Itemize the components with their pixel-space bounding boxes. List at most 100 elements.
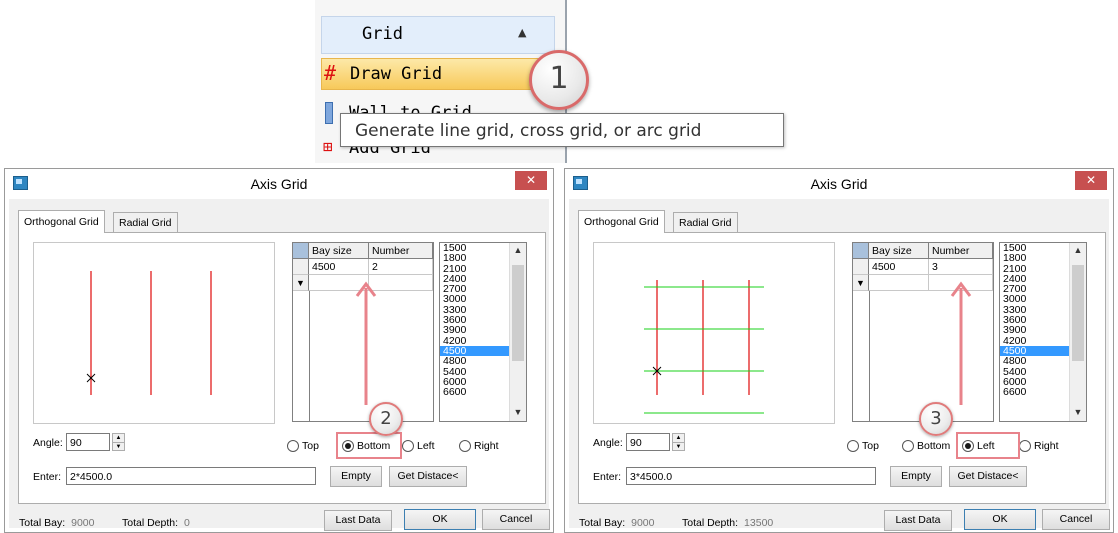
tab-radial-grid[interactable]: Radial Grid — [113, 212, 178, 233]
tab-radial-grid[interactable]: Radial Grid — [673, 212, 738, 233]
column-header-bay-size: Bay size — [869, 243, 929, 259]
radio-bottom-dot[interactable] — [902, 440, 914, 453]
column-divider — [869, 291, 870, 421]
total-depth-label: Total Depth: — [122, 517, 179, 529]
total-depth-value: 13500 — [744, 517, 774, 529]
total-bay: Total Bay: 9000 — [579, 517, 654, 529]
axis-grid-dialog-1: Axis Grid ✕ Orthogonal Grid Radial Grid … — [4, 168, 554, 533]
radio-top-dot[interactable] — [287, 440, 299, 453]
table-cell[interactable]: 4500 — [309, 259, 369, 275]
tab-orthogonal-grid[interactable]: Orthogonal Grid — [578, 210, 665, 233]
table-cell[interactable]: 4500 — [869, 259, 929, 275]
get-distance-button[interactable]: Get Distace< — [949, 466, 1027, 487]
enter-label: Enter: — [33, 471, 62, 483]
radio-left[interactable]: Left — [402, 438, 435, 454]
angle-input[interactable]: 90 — [66, 433, 110, 451]
grid-menu-title: Grid — [362, 24, 403, 44]
angle-stepper[interactable]: ▲ ▼ — [112, 433, 125, 451]
table-cell[interactable] — [869, 275, 929, 291]
radio-top[interactable]: Top — [847, 438, 879, 454]
total-bay-label: Total Bay: — [579, 517, 626, 529]
step-callout-3: 3 — [919, 402, 953, 436]
total-bay-label: Total Bay: — [19, 517, 66, 529]
scrollbar[interactable]: ▲ ▼ — [1069, 243, 1086, 421]
radio-right[interactable]: Right — [1019, 438, 1059, 454]
grid-preview — [33, 242, 275, 424]
grid-preview — [593, 242, 835, 424]
wall-grid-icon — [325, 102, 333, 124]
bay-size-table[interactable]: Bay size Number 4500 3 ▼ — [852, 242, 994, 422]
title-bar[interactable]: Axis Grid ✕ — [565, 169, 1113, 197]
column-header-number: Number — [369, 243, 433, 259]
new-row-dropdown-icon[interactable]: ▼ — [853, 275, 869, 291]
tooltip: Generate line grid, cross grid, or arc g… — [340, 113, 784, 147]
scroll-down-icon[interactable]: ▼ — [510, 407, 526, 417]
last-data-button[interactable]: Last Data — [324, 510, 392, 531]
radio-bottom[interactable]: Bottom — [902, 438, 950, 454]
column-header-number: Number — [929, 243, 993, 259]
title-bar[interactable]: Axis Grid ✕ — [5, 169, 553, 197]
angle-label: Angle: — [33, 437, 63, 449]
ok-button[interactable]: OK — [964, 509, 1036, 530]
radio-label: Bottom — [917, 440, 951, 452]
menu-item-draw-grid[interactable]: # Draw Grid — [321, 58, 555, 90]
scroll-thumb[interactable] — [512, 265, 524, 361]
cancel-button[interactable]: Cancel — [1042, 509, 1110, 530]
menu-item-label: Draw Grid — [350, 64, 443, 84]
radio-top-dot[interactable] — [847, 440, 859, 453]
highlight-box — [336, 432, 402, 459]
get-distance-button[interactable]: Get Distace< — [389, 466, 467, 487]
scroll-thumb[interactable] — [1072, 265, 1084, 361]
pointer-arrow — [355, 281, 377, 405]
radio-right[interactable]: Right — [459, 438, 499, 454]
enter-input[interactable]: 3*4500.0 — [626, 467, 876, 485]
empty-button[interactable]: Empty — [890, 466, 942, 487]
scrollbar[interactable]: ▲ ▼ — [509, 243, 526, 421]
new-row-dropdown-icon[interactable]: ▼ — [293, 275, 309, 291]
grid-icon: # — [324, 61, 337, 85]
dialog-title: Axis Grid — [810, 176, 868, 192]
collapse-caret-icon[interactable]: ▲ — [518, 26, 526, 39]
tab-panel: Bay size Number 4500 2 ▼ 1500 1800 2100 240… — [18, 232, 546, 504]
ok-button[interactable]: OK — [404, 509, 476, 530]
radio-top[interactable]: Top — [287, 438, 319, 454]
empty-button[interactable]: Empty — [330, 466, 382, 487]
radio-label: Right — [1034, 440, 1059, 452]
angle-label: Angle: — [593, 437, 623, 449]
table-corner — [853, 243, 869, 259]
scroll-down-icon[interactable]: ▼ — [1070, 407, 1086, 417]
radio-label: Right — [474, 440, 499, 452]
table-cell[interactable]: 2 — [369, 259, 433, 275]
column-divider — [309, 291, 310, 421]
pointer-arrow — [950, 281, 972, 405]
close-button[interactable]: ✕ — [515, 171, 547, 190]
total-bay: Total Bay: 9000 — [19, 517, 94, 529]
radio-right-dot[interactable] — [459, 440, 471, 453]
table-cell[interactable] — [369, 275, 433, 291]
table-cell[interactable]: 3 — [929, 259, 993, 275]
row-header — [293, 259, 309, 275]
last-data-button[interactable]: Last Data — [884, 510, 952, 531]
angle-input[interactable]: 90 — [626, 433, 670, 451]
close-button[interactable]: ✕ — [1075, 171, 1107, 190]
axis-grid-dialog-2: Axis Grid ✕ Orthogonal Grid Radial Grid — [564, 168, 1114, 533]
enter-input[interactable]: 2*4500.0 — [66, 467, 316, 485]
bay-size-list[interactable]: 1500 1800 2100 2400 2700 3000 3300 3600 3900 4200… — [439, 242, 527, 422]
tab-panel: Bay size Number 4500 3 ▼ 1500 1800 2100 240… — [578, 232, 1106, 504]
radio-label: Top — [862, 440, 879, 452]
dialog-body: Orthogonal Grid Radial Grid Bay size Num… — [569, 199, 1110, 531]
tab-orthogonal-grid[interactable]: Orthogonal Grid — [18, 210, 105, 233]
total-depth-label: Total Depth: — [682, 517, 739, 529]
grid-preview-canvas — [86, 271, 212, 395]
radio-right-dot[interactable] — [1019, 440, 1031, 453]
radio-label: Top — [302, 440, 319, 452]
radio-left-dot[interactable] — [402, 440, 414, 453]
scroll-up-icon[interactable]: ▲ — [510, 245, 526, 255]
scroll-up-icon[interactable]: ▲ — [1070, 245, 1086, 255]
grid-menu-header[interactable]: Grid ▲ — [321, 16, 555, 54]
cancel-button[interactable]: Cancel — [482, 509, 550, 530]
bay-size-list[interactable]: 1500 1800 2100 2400 2700 3000 3300 3600 3900 4200… — [999, 242, 1087, 422]
angle-stepper[interactable]: ▲ ▼ — [672, 433, 685, 451]
row-header — [853, 259, 869, 275]
dialog-body: Orthogonal Grid Radial Grid Bay size Num… — [9, 199, 550, 531]
